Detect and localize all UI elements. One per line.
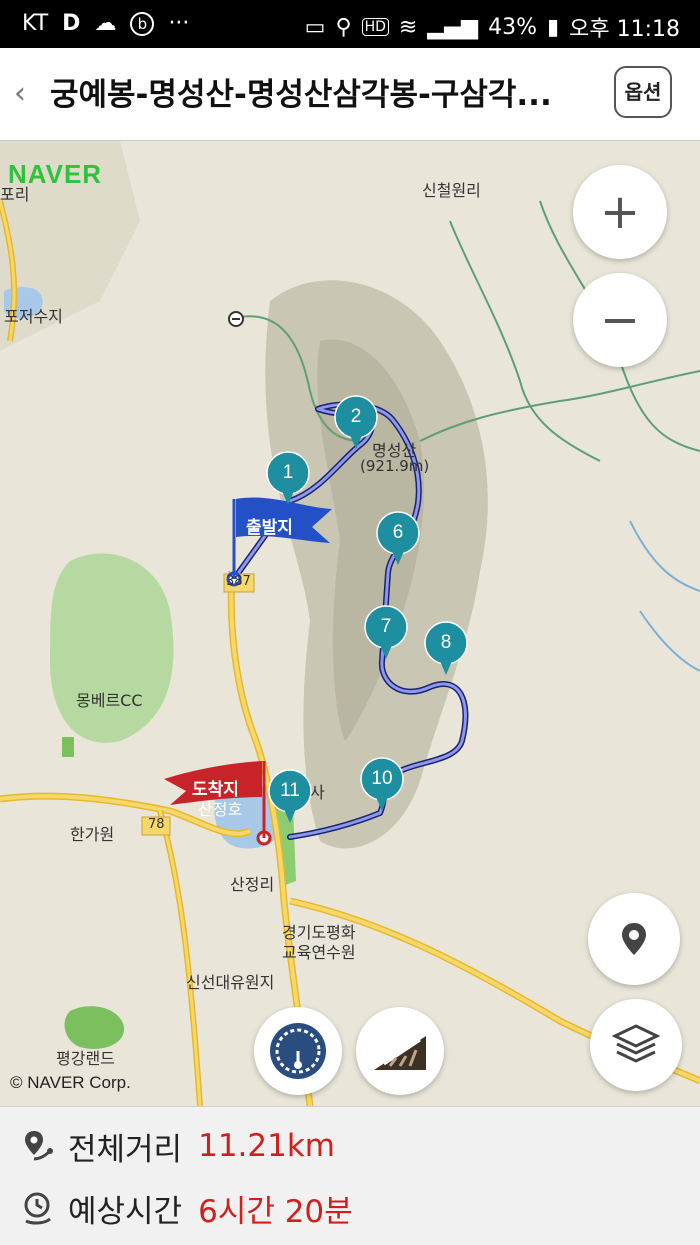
place-label: 한가원	[70, 825, 115, 844]
waypoint-marker[interactable]: 11	[268, 769, 312, 825]
back-chevron-icon[interactable]: ‹	[6, 76, 34, 112]
zoom-in-button[interactable]: +	[573, 165, 667, 259]
b-app-icon: b	[130, 11, 155, 36]
cast-icon: ▭	[304, 14, 326, 40]
elevation-profile-button[interactable]	[356, 1007, 444, 1095]
distance-value: 11.21km	[198, 1128, 335, 1164]
waypoint-marker[interactable]: 1	[266, 451, 310, 507]
wifi-icon: ≋	[398, 14, 418, 40]
cloud-icon: ☁	[94, 11, 117, 36]
more-notifications-icon: ···	[168, 11, 190, 36]
place-label: 신철원리	[422, 181, 481, 200]
hd-icon: HD	[361, 18, 389, 36]
place-label: (921.9m)	[360, 457, 430, 475]
waypoint-marker[interactable]: 2	[334, 395, 378, 451]
carrier-text: KT	[22, 11, 49, 36]
distance-label: 전체거리	[68, 1131, 183, 1168]
time-row: 예상시간 6시간 20분	[22, 1183, 353, 1233]
layers-icon	[611, 1024, 661, 1063]
time-value: 6시간 20분	[198, 1193, 353, 1230]
place-label: 포리	[0, 185, 30, 204]
waypoint-number: 10	[371, 768, 393, 789]
speed-gauge-button[interactable]	[254, 1007, 342, 1095]
place-label: 사	[310, 783, 325, 802]
place-label: 교육연수원	[282, 943, 356, 962]
start-flag-label: 출발지	[246, 518, 293, 538]
waypoint-marker[interactable]: 7	[364, 605, 408, 661]
speedometer-icon	[270, 1023, 326, 1079]
waypoint-number: 11	[280, 780, 300, 801]
battery-icon: ▮	[547, 14, 560, 40]
place-label: 78	[148, 817, 165, 832]
location-pin-icon	[622, 923, 646, 955]
options-button[interactable]: 옵션	[614, 66, 672, 118]
my-location-button[interactable]	[588, 893, 680, 985]
zoom-out-button[interactable]: −	[573, 273, 667, 367]
place-label: 몽베르CC	[76, 691, 143, 710]
place-label: 산정리	[230, 875, 275, 894]
layers-button[interactable]	[590, 999, 682, 1091]
waypoint-number: 8	[440, 632, 452, 653]
estimated-time-icon	[24, 1192, 51, 1225]
app-bar: ‹ 궁예봉-명성산-명성산삼각봉-구삼각...	[0, 48, 700, 141]
signal-icon: ▂▄▆	[427, 14, 479, 40]
waypoint-marker[interactable]: 6	[376, 511, 420, 567]
elevation-icon	[374, 1036, 426, 1070]
map-view[interactable]: NAVER 신철원리 포리 포저수지 명성산 (921.9m) 몽베르CC 한가…	[0, 141, 700, 1106]
route-distance-icon	[25, 1131, 53, 1161]
d-app-icon: D	[62, 11, 81, 36]
waypoint-number: 2	[350, 406, 362, 427]
page-title: 궁예봉-명성산-명성산삼각봉-구삼각...	[50, 77, 552, 113]
battery-percent: 43%	[488, 14, 538, 40]
clock: 오후 11:18	[569, 17, 680, 42]
distance-row: 전체거리 11.21km	[22, 1121, 335, 1171]
place-label: 평강랜드	[56, 1049, 115, 1068]
waypoint-number: 1	[282, 462, 294, 483]
route-summary: 전체거리 11.21km 예상시간 6시간 20분	[0, 1106, 700, 1245]
end-flag-label: 도착지	[192, 780, 239, 800]
place-label: 신선대유원지	[186, 973, 275, 992]
place-label: 387	[226, 574, 251, 589]
waypoint-number: 6	[392, 522, 404, 543]
waypoint-marker[interactable]: 10	[360, 757, 404, 813]
waypoint-number: 7	[380, 616, 392, 637]
status-bar: KT D ☁ b ··· ▭ ⚲ HD ≋ ▂▄▆ 43% ▮ 오후 11:18	[0, 0, 700, 48]
location-icon: ⚲	[335, 14, 352, 40]
place-label: 포저수지	[4, 307, 63, 326]
map-copyright: © NAVER Corp.	[10, 1073, 131, 1092]
time-label: 예상시간	[68, 1193, 183, 1230]
waypoint-marker[interactable]: 8	[424, 621, 468, 677]
